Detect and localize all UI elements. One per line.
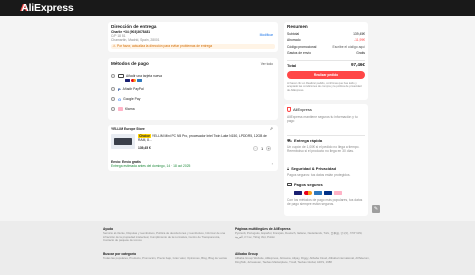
payments-title: Pagos seguros bbox=[294, 182, 323, 187]
warning-icon: ⚠ bbox=[112, 44, 116, 48]
truck-icon: ⛟ bbox=[287, 137, 293, 143]
card-icon bbox=[287, 182, 292, 187]
subtotal-value: 139,45€ bbox=[353, 32, 365, 36]
footer-alibaba-title: Alibaba Group bbox=[235, 252, 258, 256]
summary-card: Resumen Subtotal 139,45€ Ahorrado -11,99… bbox=[284, 22, 368, 100]
share-icon[interactable]: ⇗ bbox=[270, 126, 273, 131]
payment-option-label: Google Pay bbox=[123, 96, 141, 101]
payment-option-paypal[interactable]: P Añadir PayPal bbox=[111, 86, 144, 92]
fast-delivery-heading: ⛟ Entrega rápida bbox=[287, 137, 323, 144]
paypal-icon: P bbox=[118, 86, 121, 92]
product-title-text: YELLIM Mini PC N5 Pro, procesador Intel … bbox=[138, 134, 267, 142]
mastercard-icon bbox=[131, 78, 136, 82]
discount-label: Ahorrado bbox=[287, 38, 301, 42]
summary-title: Resumen bbox=[287, 24, 308, 29]
summary-terms: Al hacer clic en Realizar pedido, confir… bbox=[287, 82, 362, 92]
payment-card: Métodos de pago Ver todo Añadir una tarj… bbox=[108, 58, 278, 120]
paypal-icon bbox=[324, 190, 332, 195]
address-city: Chamartín, Madrid, Spain, 28001 bbox=[111, 38, 160, 42]
klarna-icon bbox=[118, 107, 123, 111]
security-title: Seguridad & Privacidad bbox=[291, 166, 337, 171]
store-name[interactable]: YELLIM Europe Store bbox=[111, 127, 145, 131]
footer-help-links[interactable]: Servicio al cliente, Disputas y reembols… bbox=[103, 232, 228, 246]
trust-divider bbox=[287, 135, 365, 136]
payment-option-label: Klarna bbox=[125, 106, 135, 111]
footer-languages-links[interactable]: Русский, Português, Español, Français, D… bbox=[235, 232, 370, 242]
product-image[interactable] bbox=[111, 134, 135, 149]
quantity-stepper[interactable]: − 1 + bbox=[253, 145, 272, 151]
store-card: YELLIM Europe Store ⇗ Choice YELLIM Mini… bbox=[108, 125, 278, 171]
trust-guarantee-text: AliExpress mantiene seguros tu informaci… bbox=[287, 115, 358, 124]
decrease-qty-button[interactable]: − bbox=[253, 145, 258, 151]
total-value: 97,46€ bbox=[350, 62, 365, 67]
mastercard-icon bbox=[304, 190, 312, 195]
trust-card: AliExpress AliExpress mantiene seguros t… bbox=[284, 104, 368, 216]
aliexpress-logo[interactable]: AAliExpress bbox=[20, 2, 74, 14]
payment-option-klarna[interactable]: Klarna bbox=[111, 106, 135, 112]
shipping-cost-label: Gastos de envío bbox=[287, 51, 312, 55]
fast-delivery-text: Un cupón de 1,00€ si el pedido no llega … bbox=[287, 145, 360, 154]
total-label: Total bbox=[287, 63, 297, 68]
pencil-icon: ✎ bbox=[373, 206, 379, 212]
radio-icon[interactable] bbox=[111, 107, 115, 111]
card-brand-logos bbox=[125, 78, 142, 82]
radio-icon[interactable] bbox=[111, 97, 115, 101]
discount-value: -11,99€ bbox=[354, 38, 365, 42]
top-bar: AAliExpress bbox=[0, 0, 475, 16]
choice-badge: Choice bbox=[138, 134, 151, 138]
footer-languages-title: Páginas multilingües de AliExpress bbox=[235, 227, 291, 231]
visa-icon bbox=[125, 78, 130, 82]
floating-edit-button[interactable]: ✎ bbox=[372, 205, 380, 213]
trust-logo-text: AliExpress bbox=[293, 107, 312, 112]
footer-category-title: Buscar por categoría bbox=[103, 252, 136, 256]
security-text: Pagos seguros: tus datos están protegido… bbox=[287, 173, 351, 177]
place-order-button[interactable]: Realizar pedido bbox=[287, 71, 365, 79]
shield-icon bbox=[287, 107, 291, 112]
amex-icon bbox=[314, 190, 322, 195]
trust-header: AliExpress bbox=[287, 107, 312, 112]
footer: Ayuda Servicio al cliente, Disputas y re… bbox=[0, 221, 475, 275]
visa-icon bbox=[294, 190, 302, 195]
amex-icon bbox=[137, 78, 142, 82]
coupon-label: Código promocional bbox=[287, 45, 317, 49]
payments-heading: Pagos seguros bbox=[287, 182, 323, 187]
payment-option-label: Añadir PayPal bbox=[122, 86, 144, 91]
edit-address-link[interactable]: Modificar bbox=[260, 33, 273, 37]
subtotal-label: Subtotal bbox=[287, 32, 300, 36]
coupon-input[interactable]: Escribe el código aquí bbox=[333, 45, 365, 49]
summary-divider bbox=[287, 60, 365, 61]
product-title[interactable]: Choice YELLIM Mini PC N5 Pro, procesador… bbox=[138, 134, 273, 142]
credit-card-icon bbox=[118, 74, 124, 78]
shipping-cost-value: Gratis bbox=[356, 51, 365, 55]
footer-category-links[interactable]: Todas las populares, Producto, Promoción… bbox=[103, 257, 228, 267]
address-warning: ⚠ Por favor, actualiza la dirección para… bbox=[111, 44, 275, 49]
radio-icon[interactable] bbox=[111, 74, 115, 78]
payments-text: Con los métodos de pago más populares, t… bbox=[287, 198, 363, 207]
address-card: Dirección de entrega Charlie +34 (903)36… bbox=[108, 22, 278, 52]
google-pay-icon: G bbox=[118, 96, 122, 102]
security-heading: 🔒︎ Seguridad & Privacidad bbox=[287, 166, 336, 171]
increase-qty-button[interactable]: + bbox=[266, 145, 272, 151]
qty-value: 1 bbox=[261, 145, 264, 151]
product-price: 139,45 € bbox=[138, 146, 151, 150]
payment-option-google-pay[interactable]: G Google Pay bbox=[111, 96, 140, 102]
logo-text: AliExpress bbox=[21, 2, 74, 14]
footer-help-title: Ayuda bbox=[103, 227, 113, 231]
shipping-detail: Entrega estimada antes del domingo, 14 ·… bbox=[111, 164, 191, 168]
klarna-icon bbox=[334, 190, 342, 195]
footer-alibaba-links[interactable]: Alibaba Group Website, AliExpress, Alima… bbox=[235, 257, 370, 271]
mini-pc-icon bbox=[114, 138, 132, 145]
radio-icon[interactable] bbox=[111, 87, 115, 91]
payment-logos bbox=[294, 190, 342, 195]
payment-title: Métodos de pago bbox=[111, 61, 149, 66]
address-warning-text: Por favor, actualiza la dirección para e… bbox=[117, 44, 213, 48]
chevron-right-icon[interactable]: › bbox=[272, 161, 273, 166]
lock-icon: 🔒︎ bbox=[287, 166, 290, 171]
fast-delivery-title: Entrega rápida bbox=[294, 138, 323, 143]
view-all-payments-link[interactable]: Ver todo bbox=[261, 62, 273, 66]
